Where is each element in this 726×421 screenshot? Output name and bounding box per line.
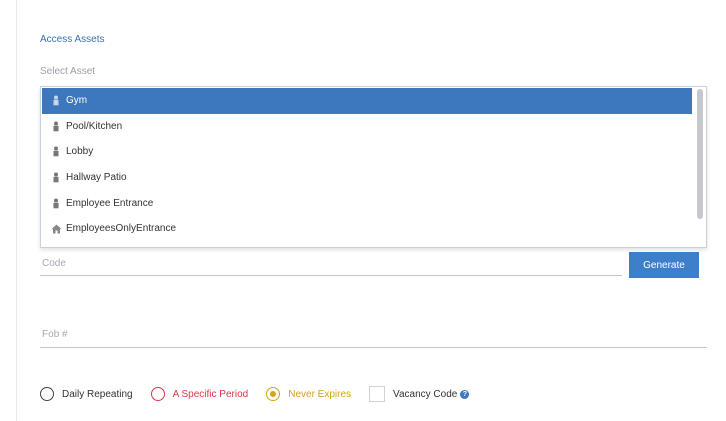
asset-option-label: Gym [66,95,88,107]
vacancy-code-option[interactable]: Vacancy Code ? [369,386,470,402]
expiration-options: Daily Repeating A Specific Period Never … [40,384,487,404]
vacancy-code-label: Vacancy Code [393,388,458,400]
asset-option-label: Pool/Kitchen [66,120,123,132]
person-icon [50,95,62,107]
home-icon [50,223,62,235]
daily-repeating-option[interactable]: Daily Repeating [40,387,133,401]
vacancy-code-checkbox[interactable] [369,386,386,402]
daily-repeating-label: Daily Repeating [62,388,133,400]
specific-period-option[interactable]: A Specific Period [150,387,249,401]
asset-option-label: Lobby [66,146,94,158]
scrollbar-thumb[interactable] [697,89,703,219]
asset-option-lobby[interactable]: Lobby [42,139,692,165]
generate-button[interactable]: Generate [629,252,699,278]
left-border [16,0,17,421]
never-expires-radio[interactable] [266,387,281,401]
asset-option-gym[interactable]: Gym [42,88,692,114]
specific-period-label: A Specific Period [172,388,249,400]
asset-option-pool-kitchen[interactable]: Pool/Kitchen [42,114,692,140]
specific-period-radio[interactable] [150,387,165,401]
asset-option-label: Employee Entrance [66,197,154,209]
asset-option-label: Hallway Patio [66,172,127,184]
dropdown-scrollbar[interactable] [696,89,704,245]
daily-repeating-radio[interactable] [40,387,54,401]
person-icon [50,172,62,184]
asset-dropdown-list[interactable]: Gym Pool/Kitchen Lobby Hallway Patio Emp… [40,86,707,248]
asset-option-label: EmployeesOnlyEntrance [66,223,177,235]
asset-option-employees-only-entrance[interactable]: EmployeesOnlyEntrance [42,216,692,242]
never-expires-label: Never Expires [288,388,352,400]
person-icon [50,146,62,158]
code-input[interactable] [40,252,622,276]
radio-selected-dot [270,391,277,397]
fob-input[interactable] [40,322,707,348]
select-asset-label: Select Asset [40,66,96,77]
section-title: Access Assets [40,34,105,45]
asset-option-employee-entrance[interactable]: Employee Entrance [42,190,692,216]
never-expires-option[interactable]: Never Expires [266,387,351,401]
person-icon [50,197,62,209]
person-icon [50,120,62,132]
asset-option-hallway-patio[interactable]: Hallway Patio [42,165,692,191]
help-icon[interactable]: ? [460,389,470,399]
